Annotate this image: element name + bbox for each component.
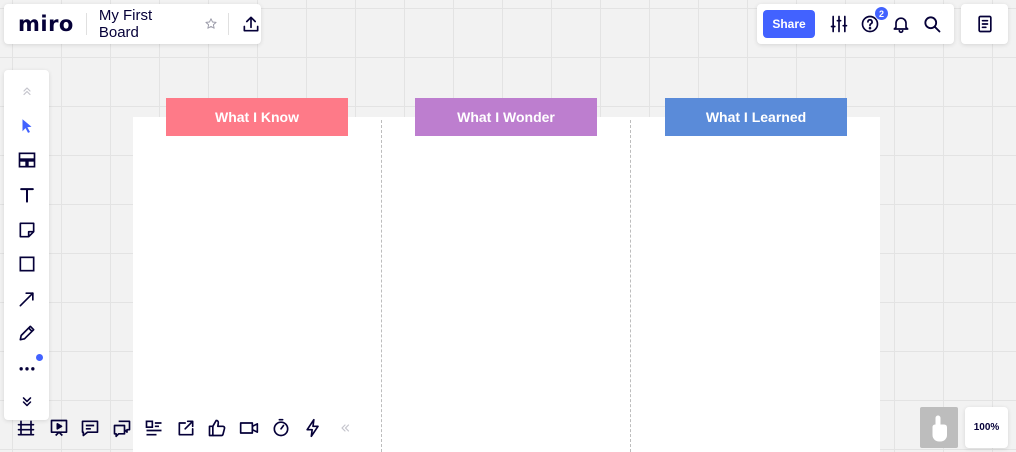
column-divider <box>630 120 631 452</box>
column-header-what-i-learned[interactable]: What I Learned <box>665 98 847 136</box>
shape-icon[interactable] <box>16 253 38 275</box>
notes-icon[interactable] <box>974 13 996 35</box>
templates-icon[interactable] <box>16 149 38 171</box>
collapse-toolbar-icon[interactable] <box>334 417 356 439</box>
board-title[interactable]: My First Board <box>99 7 195 41</box>
left-toolbar <box>4 70 49 420</box>
connection-line-icon[interactable] <box>16 288 38 310</box>
miro-logo[interactable]: miro <box>18 12 74 36</box>
notes-panel <box>961 4 1008 44</box>
activity-bolt-icon[interactable] <box>302 417 324 439</box>
more-tools-icon[interactable] <box>16 354 43 379</box>
help-icon[interactable]: 2 <box>859 7 888 35</box>
hand-tool-button[interactable] <box>920 407 958 448</box>
presentation-icon[interactable] <box>48 417 70 439</box>
bell-icon[interactable] <box>890 13 912 35</box>
divider <box>85 13 87 35</box>
share-screen-icon[interactable] <box>175 417 197 439</box>
timer-icon[interactable] <box>270 417 292 439</box>
divider <box>228 13 229 35</box>
card-icon[interactable] <box>143 417 165 439</box>
star-icon[interactable] <box>204 17 218 31</box>
comments-icon[interactable] <box>79 417 101 439</box>
pen-icon[interactable] <box>16 322 38 344</box>
select-cursor-icon[interactable] <box>16 115 38 137</box>
board-frame <box>133 117 880 452</box>
column-header-what-i-know[interactable]: What I Know <box>166 98 348 136</box>
collapse-up-icon[interactable] <box>16 80 38 102</box>
upload-icon[interactable] <box>241 14 261 34</box>
help-badge: 2 <box>875 7 888 20</box>
text-icon[interactable] <box>16 184 38 206</box>
board-header-panel: miro My First Board <box>4 4 261 44</box>
zoom-level-button[interactable]: 100% <box>965 407 1008 448</box>
voting-thumbs-up-icon[interactable] <box>206 417 228 439</box>
sliders-icon[interactable] <box>828 13 850 35</box>
sticky-note-icon[interactable] <box>16 219 38 241</box>
column-divider <box>381 120 382 452</box>
frames-icon[interactable] <box>15 417 37 439</box>
new-feature-dot <box>36 354 43 361</box>
search-icon[interactable] <box>921 13 943 35</box>
expand-down-icon[interactable] <box>16 391 38 413</box>
share-button[interactable]: Share <box>763 10 815 38</box>
video-call-icon[interactable] <box>238 417 260 439</box>
hand-pointer-icon <box>927 413 951 443</box>
column-header-what-i-wonder[interactable]: What I Wonder <box>415 98 597 136</box>
chat-icon[interactable] <box>111 417 133 439</box>
top-right-panel: Share 2 <box>757 4 954 44</box>
